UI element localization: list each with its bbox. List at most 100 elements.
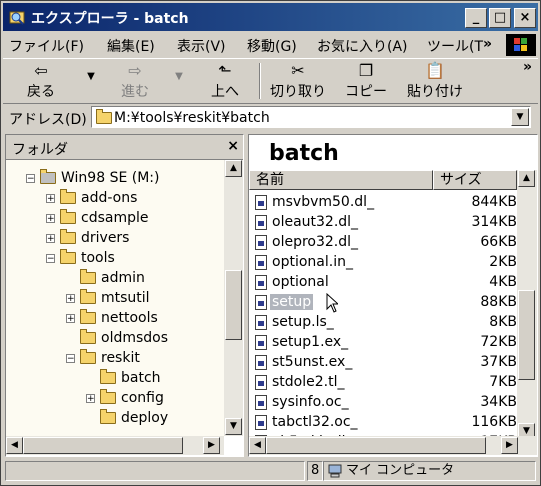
toolbar-separator <box>259 63 261 99</box>
tree-item[interactable]: + config <box>86 388 164 408</box>
scroll-up-arrow[interactable]: ▲ <box>518 170 535 187</box>
expand-icon[interactable]: + <box>66 313 75 323</box>
back-arrow-icon: ⇦ <box>34 61 48 80</box>
minimize-button[interactable]: _ <box>465 8 487 28</box>
my-computer-icon <box>328 464 342 478</box>
folder-pane-close-button[interactable]: × <box>227 138 239 154</box>
drive-icon <box>40 169 56 184</box>
menu-edit[interactable]: 編集(E) <box>107 36 155 56</box>
column-header-name[interactable]: 名前 <box>249 170 433 190</box>
maximize-button[interactable]: □ <box>489 8 511 28</box>
collapse-icon[interactable]: − <box>26 173 35 183</box>
tree-item[interactable]: batch <box>86 368 161 388</box>
file-name: setup.ls_ <box>272 314 334 330</box>
back-button[interactable]: ⇦ 戻る <box>15 61 67 101</box>
expand-icon[interactable]: + <box>86 393 95 403</box>
title-bar[interactable]: エクスプローラ - batch _ □ × <box>3 3 538 31</box>
copy-button[interactable]: ❐ コピー <box>341 61 391 101</box>
tree-item[interactable]: deploy <box>86 408 168 428</box>
forward-label: 進む <box>121 84 149 100</box>
file-row[interactable]: setup.ls_ 8KB <box>249 313 517 333</box>
toolbar-overflow-chevron[interactable]: » <box>523 59 532 75</box>
file-list-vertical-scrollbar[interactable]: ▲ ▼ <box>517 170 537 441</box>
tree-item[interactable]: + cdsample <box>46 208 148 228</box>
explorer-app-icon <box>9 11 25 25</box>
file-icon <box>255 275 267 290</box>
menu-tools[interactable]: ツール(T <box>427 36 483 56</box>
tree-item-label: drivers <box>81 230 130 246</box>
scroll-thumb[interactable] <box>225 270 242 340</box>
file-name: st5unst.ex_ <box>272 354 353 370</box>
expand-icon[interactable]: + <box>66 293 75 303</box>
scroll-down-arrow[interactable]: ▼ <box>225 418 242 435</box>
file-row[interactable]: setup 88KB <box>249 293 517 313</box>
file-name: oleaut32.dl_ <box>272 214 359 230</box>
tree-item-label: tools <box>81 250 115 266</box>
file-size: 116KB <box>471 414 517 430</box>
tree-item[interactable]: + mtsutil <box>66 288 150 308</box>
menu-view[interactable]: 表示(V) <box>177 36 226 56</box>
column-header-size[interactable]: サイズ <box>433 170 517 190</box>
folder-pane-header: フォルダ × <box>6 135 243 160</box>
expand-icon[interactable]: + <box>46 193 55 203</box>
menu-file[interactable]: ファイル(F) <box>9 36 84 56</box>
scroll-right-arrow[interactable]: ▶ <box>203 437 220 454</box>
tree-item[interactable]: − tools <box>46 248 115 268</box>
status-message <box>5 461 305 481</box>
tree-item-label: reskit <box>101 350 140 366</box>
file-row[interactable]: stdole2.tl_ 7KB <box>249 373 517 393</box>
address-input[interactable]: M:¥tools¥reskit¥batch ▼ <box>91 106 531 128</box>
file-row[interactable]: st5unst.ex_ 37KB <box>249 353 517 373</box>
file-row[interactable]: optional 4KB <box>249 273 517 293</box>
forward-button[interactable]: ⇨ 進む <box>109 61 161 101</box>
open-folder-icon <box>100 369 116 384</box>
scroll-thumb[interactable] <box>518 290 535 380</box>
tree-item[interactable]: − Win98 SE (M:) <box>26 168 159 188</box>
close-button[interactable]: × <box>514 8 536 28</box>
file-row[interactable]: setup1.ex_ 72KB <box>249 333 517 353</box>
up-button[interactable]: ⬑ 上へ <box>199 61 251 101</box>
cut-button[interactable]: ✂ 切り取り <box>267 61 329 101</box>
current-folder-title: batch <box>269 141 339 166</box>
tree-item[interactable]: + nettools <box>66 308 158 328</box>
scroll-up-arrow[interactable]: ▲ <box>225 160 242 177</box>
tree-item-label: admin <box>101 270 145 286</box>
address-value: M:¥tools¥reskit¥batch <box>114 110 270 126</box>
file-row[interactable]: tabctl32.oc_ 116KB <box>249 413 517 433</box>
folder-tree-horizontal-scrollbar[interactable]: ◀ ▶ <box>6 436 224 455</box>
tree-item[interactable]: + drivers <box>46 228 129 248</box>
tree-item[interactable]: − reskit <box>66 348 140 368</box>
menu-favorites[interactable]: お気に入り(A) <box>317 36 408 56</box>
scroll-right-arrow[interactable]: ▶ <box>501 437 518 454</box>
collapse-icon[interactable]: − <box>46 253 55 263</box>
file-size: 37KB <box>480 354 517 370</box>
scroll-left-arrow[interactable]: ◀ <box>249 437 266 454</box>
tree-item[interactable]: oldmsdos <box>66 328 168 348</box>
file-row[interactable]: msvbvm50.dl_ 844KB <box>249 193 517 213</box>
expand-icon[interactable]: + <box>46 213 55 223</box>
file-row[interactable]: oleaut32.dl_ 314KB <box>249 213 517 233</box>
scroll-thumb[interactable] <box>266 437 486 454</box>
scroll-left-arrow[interactable]: ◀ <box>6 437 23 454</box>
tree-item[interactable]: + add-ons <box>46 188 137 208</box>
file-list-horizontal-scrollbar[interactable]: ◀ ▶ <box>249 436 537 455</box>
file-list: msvbvm50.dl_ 844KB oleaut32.dl_ 314KB olepro… <box>249 191 517 441</box>
file-size: 4KB <box>489 274 517 290</box>
file-row[interactable]: optional.in_ 2KB <box>249 253 517 273</box>
file-row[interactable]: sysinfo.oc_ 34KB <box>249 393 517 413</box>
file-icon <box>255 315 267 330</box>
folder-icon <box>60 249 76 264</box>
copy-icon: ❐ <box>358 61 374 80</box>
tree-item[interactable]: admin <box>66 268 145 288</box>
file-row[interactable]: olepro32.dl_ 66KB <box>249 233 517 253</box>
folder-tree-vertical-scrollbar[interactable]: ▲ ▼ <box>224 160 243 436</box>
menu-go[interactable]: 移動(G) <box>247 36 297 56</box>
scroll-thumb[interactable] <box>23 437 183 454</box>
file-name: sysinfo.oc_ <box>272 394 349 410</box>
tree-item-label: nettools <box>101 310 158 326</box>
paste-button[interactable]: 📋 貼り付け <box>403 61 467 101</box>
expand-icon[interactable]: + <box>46 233 55 243</box>
address-dropdown-button[interactable]: ▼ <box>511 108 529 126</box>
menu-overflow-chevron[interactable]: » <box>483 36 492 52</box>
collapse-icon[interactable]: − <box>66 353 75 363</box>
